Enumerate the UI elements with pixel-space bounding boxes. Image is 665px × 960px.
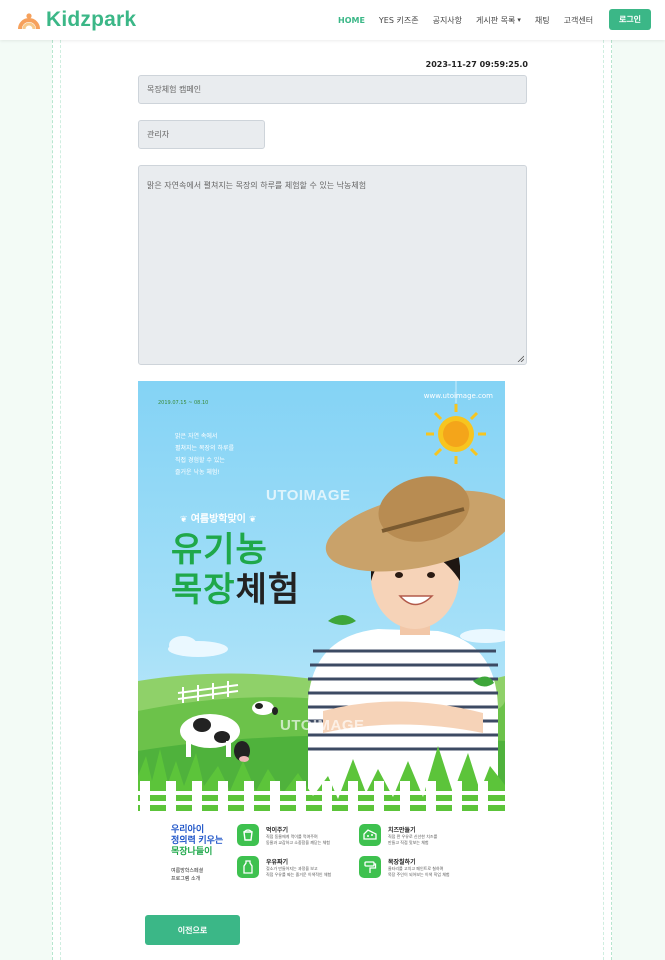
activity-title: 우유짜기: [266, 859, 289, 866]
poster-watermark: UTOIMAGE: [266, 487, 351, 504]
login-button[interactable]: 로그인: [609, 9, 651, 30]
poster-scene: www.utoimage.com 2019.07.15 ~ 08.10 맑은 자…: [138, 381, 505, 811]
nav-chat[interactable]: 채팅: [535, 15, 550, 26]
poster-program-caption: 여름방학스페셜 프로그램 소개: [171, 867, 203, 883]
poster-subtitle: ❦ 여름방학맞이 ❦: [180, 510, 257, 525]
nav-board-list-label: 게시판 목록: [476, 15, 516, 25]
activity-title: 목장칠하기: [388, 859, 416, 866]
activity-milking: 우유짜기 젖소가 만들어지는 과정을 보고 직접 우유를 짜는 즐거운 이색적인…: [237, 856, 367, 882]
laurel-left-icon: ❦: [180, 515, 191, 525]
poster-description-line: 맑은 자연 속에서: [175, 433, 218, 440]
poster-url: www.utoimage.com: [423, 392, 493, 400]
poster-program-caption-line: 여름방학스페셜: [171, 868, 204, 874]
poster-description: 맑은 자연 속에서 펼쳐지는 목장의 하루를 직접 경험할 수 있는 즐거운 낙…: [175, 431, 285, 479]
poster-headline-black: 체험: [235, 571, 301, 609]
page: Kidzpark HOME YES 키즈존 공지사항 게시판 목록 ▾ 채팅 고객…: [0, 0, 665, 960]
poster-image: www.utoimage.com 2019.07.15 ~ 08.10 맑은 자…: [138, 381, 505, 900]
resize-handle-icon[interactable]: [517, 355, 524, 362]
poster-watermark: UTOIMAGE: [280, 717, 365, 734]
activity-feeding: 먹이주기 직접 동물에게 먹이를 먹여주며 동물과 교감하고 소중함을 깨닫는 …: [237, 824, 367, 850]
author-field[interactable]: 관리자: [138, 120, 265, 149]
activity-desc: 울타리를 고치고 페인트로 칠하며 목장 주인이 되어보는 이색 직업 체험: [388, 866, 450, 878]
poster-program-section: 우리아이 정의력 키우는 목장나들이 여름방학스페셜 프로그램 소개 먹이주기 …: [138, 811, 505, 900]
paint-roller-icon: [359, 856, 381, 878]
nav-home-label: HOME: [338, 15, 365, 25]
poster-program-title-line: 정의력 키우는: [171, 835, 224, 845]
poster-description-line: 펼쳐지는 목장의 하루를: [175, 445, 235, 452]
nav-yes-kidszone-label: YES 키즈존: [378, 15, 419, 25]
poster-program-caption-line: 프로그램 소개: [171, 876, 201, 882]
nav-yes-kidszone[interactable]: YES 키즈존: [379, 15, 419, 26]
nav-customer-center-label: 고객센터: [563, 15, 594, 25]
bucket-icon: [237, 824, 259, 846]
back-button[interactable]: 이전으로: [145, 915, 240, 945]
chevron-down-icon: ▾: [517, 16, 521, 24]
brand-link[interactable]: Kidzpark: [18, 8, 136, 32]
navbar: Kidzpark HOME YES 키즈존 공지사항 게시판 목록 ▾ 채팅 고객…: [0, 0, 665, 40]
rainbow-arch-icon: [18, 13, 40, 30]
activity-painting: 목장칠하기 울타리를 고치고 페인트로 칠하며 목장 주인이 되어보는 이색 직…: [359, 856, 489, 882]
activity-title: 먹이주기: [266, 827, 289, 834]
nav-board-list[interactable]: 게시판 목록 ▾: [476, 15, 521, 26]
activity-desc-line: 직접 우유를 짜는 즐거운 이색적인 체험: [266, 872, 332, 877]
content-value: 맑은 자연속에서 펼쳐지는 목장의 하루를 체험할 수 있는 낙농체험: [147, 181, 367, 190]
author-value: 관리자: [147, 130, 170, 139]
nav-customer-center[interactable]: 고객센터: [564, 15, 593, 26]
activity-desc-line: 만들고 직접 맛보는 체험: [388, 840, 429, 845]
divider: [60, 40, 61, 960]
poster-headline-green: 목장: [171, 571, 236, 609]
poster-description-line: 직접 경험할 수 있는: [175, 457, 225, 464]
content-textarea[interactable]: 맑은 자연속에서 펼쳐지는 목장의 하루를 체험할 수 있는 낙농체험: [138, 165, 527, 365]
poster-program-title: 우리아이 정의력 키우는 목장나들이: [171, 824, 223, 857]
activity-desc: 직접 짠 우유로 신선한 치즈를 만들고 직접 맛보는 체험: [388, 834, 437, 846]
poster-program-title-line: 목장나들이: [171, 846, 213, 856]
nav-home[interactable]: HOME: [338, 16, 365, 25]
nav-notice-label: 공지사항: [432, 15, 463, 25]
title-field[interactable]: 목장체험 캠페인: [138, 75, 527, 104]
post-datetime: 2023-11-27 09:59:25.0: [425, 60, 528, 69]
activity-cheese: 치즈만들기 직접 짠 우유로 신선한 치즈를 만들고 직접 맛보는 체험: [359, 824, 489, 850]
activity-desc-line: 목장 주인이 되어보는 이색 직업 체험: [388, 872, 450, 877]
brand-name: Kidzpark: [46, 8, 137, 31]
activity-desc: 젖소가 만들어지는 과정을 보고 직접 우유를 짜는 즐거운 이색적인 체험: [266, 866, 331, 878]
activity-desc-line: 동물과 교감하고 소중함을 깨닫는 체험: [266, 840, 330, 845]
divider: [603, 40, 604, 960]
poster-headline-line1: 유기농: [171, 531, 268, 569]
nav-chat-label: 채팅: [534, 15, 550, 25]
laurel-right-icon: ❦: [245, 515, 257, 525]
main-menu: HOME YES 키즈존 공지사항 게시판 목록 ▾ 채팅 고객센터: [338, 0, 607, 40]
nav-notice[interactable]: 공지사항: [433, 15, 462, 26]
poster-headline-line2: 목장체험: [171, 571, 300, 609]
poster-program-title-line: 우리아이: [171, 824, 205, 834]
activity-title: 치즈만들기: [388, 827, 416, 834]
poster-subtitle-text: 여름방학맞이: [190, 514, 246, 525]
title-value: 목장체험 캠페인: [147, 85, 202, 94]
cheese-icon: [359, 824, 381, 846]
milk-bottle-icon: [237, 856, 259, 878]
poster-date-range: 2019.07.15 ~ 08.10: [158, 400, 209, 406]
activity-desc: 직접 동물에게 먹이를 먹여주며 동물과 교감하고 소중함을 깨닫는 체험: [266, 834, 330, 846]
poster-description-line: 즐거운 낙농 체험!: [175, 469, 220, 476]
